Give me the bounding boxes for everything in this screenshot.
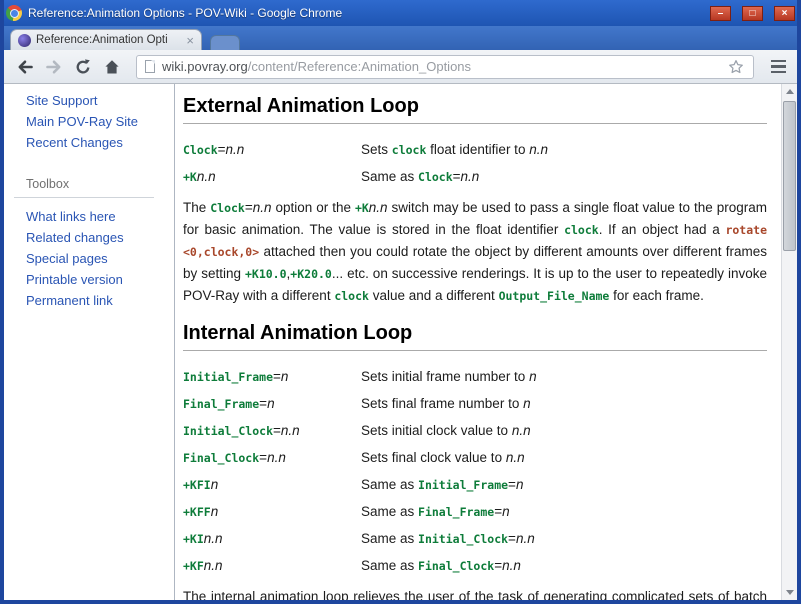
scroll-down-button[interactable]: [782, 585, 797, 600]
paragraph: The Clock=n.n option or the +Kn.n switch…: [183, 197, 767, 307]
address-bar[interactable]: wiki.povray.org/content/Reference:Animat…: [136, 55, 754, 79]
definition-desc: Same as Initial_Clock=n.n: [361, 529, 767, 549]
menu-button[interactable]: [765, 55, 791, 79]
definition-term: Initial_Frame=n: [183, 367, 361, 387]
definition-desc: Same as Final_Frame=n: [361, 502, 767, 522]
menu-icon: [771, 60, 786, 63]
page-content: Site Support Main POV-Ray Site Recent Ch…: [4, 84, 797, 600]
definition-list: Clock=n.n Sets clock float identifier to…: [183, 140, 767, 187]
url-host: wiki.povray.org: [162, 59, 248, 74]
tab-strip: Reference:Animation Opti ×: [0, 26, 801, 50]
arrow-down-icon: [786, 590, 794, 595]
article: External Animation Loop Clock=n.n Sets c…: [175, 84, 781, 600]
tab-active[interactable]: Reference:Animation Opti ×: [10, 29, 202, 50]
definition-term: +KFIn: [183, 475, 361, 495]
url-text: wiki.povray.org/content/Reference:Animat…: [162, 59, 471, 74]
reload-button[interactable]: [70, 55, 96, 79]
toolbox-divider: [14, 197, 154, 198]
definition-row: Final_Clock=n.n Sets final clock value t…: [183, 448, 767, 468]
definition-desc: Sets clock float identifier to n.n: [361, 140, 767, 160]
scroll-up-button[interactable]: [782, 84, 797, 99]
definition-row: +Kn.n Same as Clock=n.n: [183, 167, 767, 187]
definition-desc: Sets final clock value to n.n: [361, 448, 767, 468]
chrome-logo-icon: [6, 5, 22, 21]
arrow-up-icon: [786, 89, 794, 94]
definition-term: +KFn.n: [183, 556, 361, 576]
definition-row: +KFFn Same as Final_Frame=n: [183, 502, 767, 522]
maximize-button[interactable]: □: [742, 6, 763, 21]
definition-list: Initial_Frame=n Sets initial frame numbe…: [183, 367, 767, 576]
tab-close-icon[interactable]: ×: [186, 34, 194, 47]
definition-row: Final_Frame=n Sets final frame number to…: [183, 394, 767, 414]
paragraph: The internal animation loop relieves the…: [183, 586, 767, 600]
sidebar-link-recent-changes[interactable]: Recent Changes: [26, 135, 166, 150]
definition-desc: Sets final frame number to n: [361, 394, 767, 414]
home-icon: [102, 57, 122, 77]
definition-term: Clock=n.n: [183, 140, 361, 160]
back-button[interactable]: [12, 55, 38, 79]
definition-row: Clock=n.n Sets clock float identifier to…: [183, 140, 767, 160]
browser-toolbar: wiki.povray.org/content/Reference:Animat…: [0, 50, 801, 84]
url-path: /content/Reference:Animation_Options: [248, 59, 471, 74]
reload-icon: [73, 57, 93, 77]
sidebar-link-printable-version[interactable]: Printable version: [26, 272, 166, 287]
povray-favicon: [18, 34, 31, 47]
browser-window: Reference:Animation Options - POV-Wiki -…: [0, 0, 801, 604]
definition-row: Initial_Frame=n Sets initial frame numbe…: [183, 367, 767, 387]
back-icon: [15, 57, 35, 77]
minimize-icon: –: [718, 8, 724, 19]
scrollbar[interactable]: [781, 84, 797, 600]
close-button[interactable]: ×: [774, 6, 795, 21]
definition-row: +KFn.n Same as Final_Clock=n.n: [183, 556, 767, 576]
definition-term: +KFFn: [183, 502, 361, 522]
definition-term: Final_Frame=n: [183, 394, 361, 414]
definition-desc: Same as Clock=n.n: [361, 167, 767, 187]
page-icon: [145, 60, 155, 73]
sidebar: Site Support Main POV-Ray Site Recent Ch…: [4, 84, 175, 600]
definition-desc: Sets initial clock value to n.n: [361, 421, 767, 441]
definition-row: +KFIn Same as Initial_Frame=n: [183, 475, 767, 495]
sidebar-link-main-povray-site[interactable]: Main POV-Ray Site: [26, 114, 166, 129]
definition-desc: Same as Initial_Frame=n: [361, 475, 767, 495]
window-titlebar[interactable]: Reference:Animation Options - POV-Wiki -…: [0, 0, 801, 26]
definition-term: +Kn.n: [183, 167, 361, 187]
sidebar-link-what-links-here[interactable]: What links here: [26, 209, 166, 224]
definition-desc: Sets initial frame number to n: [361, 367, 767, 387]
section-heading-external-animation-loop: External Animation Loop: [183, 94, 767, 124]
toolbox-header: Toolbox: [26, 177, 166, 191]
forward-button[interactable]: [41, 55, 67, 79]
definition-term: Initial_Clock=n.n: [183, 421, 361, 441]
scrollbar-thumb[interactable]: [783, 101, 796, 251]
definition-row: +KIn.n Same as Initial_Clock=n.n: [183, 529, 767, 549]
minimize-button[interactable]: –: [710, 6, 731, 21]
forward-icon: [44, 57, 64, 77]
section-heading-internal-animation-loop: Internal Animation Loop: [183, 321, 767, 351]
definition-term: Final_Clock=n.n: [183, 448, 361, 468]
definition-desc: Same as Final_Clock=n.n: [361, 556, 767, 576]
home-button[interactable]: [99, 55, 125, 79]
maximize-icon: □: [749, 8, 755, 19]
sidebar-link-site-support[interactable]: Site Support: [26, 93, 166, 108]
new-tab-button[interactable]: [210, 35, 240, 50]
definition-row: Initial_Clock=n.n Sets initial clock val…: [183, 421, 767, 441]
tab-title: Reference:Animation Opti: [36, 34, 181, 46]
sidebar-link-special-pages[interactable]: Special pages: [26, 251, 166, 266]
close-icon: ×: [782, 8, 788, 19]
sidebar-link-related-changes[interactable]: Related changes: [26, 230, 166, 245]
sidebar-link-permanent-link[interactable]: Permanent link: [26, 293, 166, 308]
definition-term: +KIn.n: [183, 529, 361, 549]
bookmark-star-icon[interactable]: [727, 58, 745, 76]
window-title: Reference:Animation Options - POV-Wiki -…: [28, 6, 699, 20]
